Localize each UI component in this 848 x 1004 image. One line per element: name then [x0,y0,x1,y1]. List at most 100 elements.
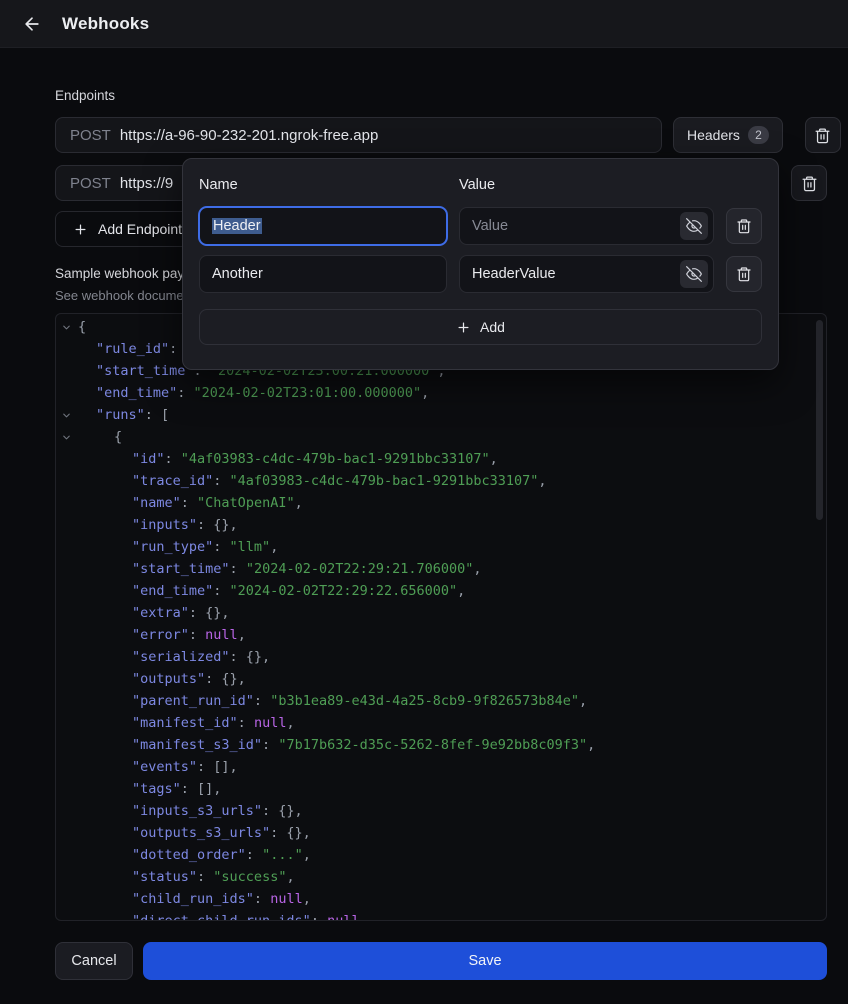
code-line: "id": "4af03983-c4dc-479b-bac1-9291bbc33… [58,448,826,470]
gutter-spacer [58,470,78,492]
code-line: "status": "success", [58,866,826,888]
code-line: "manifest_s3_id": "7b17b632-d35c-5262-8f… [58,734,826,756]
code-line: "direct_child_run_ids": null, [58,910,826,921]
header-name-text: Another [212,266,263,282]
back-button[interactable] [18,10,46,38]
add-header-label: Add [480,319,505,335]
plus-icon [73,222,88,237]
gutter-spacer [58,668,78,690]
gutter-spacer [58,910,78,921]
header-value-text: HeaderValue [472,266,556,282]
code-line: "start_time": "2024-02-02T22:29:21.70600… [58,558,826,580]
cancel-button[interactable]: Cancel [55,942,133,980]
footer: Cancel Save [55,942,827,980]
trash-icon [736,266,752,282]
add-endpoint-label: Add Endpoint [98,221,182,237]
gutter-spacer [58,536,78,558]
endpoint-url-text: https://a-96-90-232-201.ngrok-free.app [120,127,379,144]
code-line: "extra": {}, [58,602,826,624]
webhooks-page: Webhooks Endpoints POST https://a-96-90-… [0,0,848,1004]
gutter-spacer [58,382,78,404]
delete-endpoint-button[interactable] [791,165,827,201]
value-column-label: Value [459,177,495,193]
selected-text: Header [212,218,262,234]
code-line: "error": null, [58,624,826,646]
trash-icon [814,127,831,144]
code-line: { [58,426,826,448]
code-line: "child_run_ids": null, [58,888,826,910]
gutter-spacer [58,712,78,734]
delete-header-button[interactable] [726,208,762,244]
code-line: "outputs": {}, [58,668,826,690]
header-name-input[interactable]: Header [199,207,447,245]
gutter-spacer [58,492,78,514]
gutter-spacer [58,580,78,602]
code-line: "manifest_id": null, [58,712,826,734]
http-method-label: POST [70,127,111,144]
gutter-spacer [58,360,78,382]
headers-button[interactable]: Headers 2 [673,117,783,153]
topbar: Webhooks [0,0,848,48]
code-line: "runs": [ [58,404,826,426]
gutter-spacer [58,844,78,866]
code-line: "dotted_order": "...", [58,844,826,866]
code-line: "outputs_s3_urls": {}, [58,822,826,844]
gutter-spacer [58,602,78,624]
trash-icon [736,218,752,234]
endpoint-row: POST https://a-96-90-232-201.ngrok-free.… [55,117,827,153]
popup-labels: Name Value [199,177,762,199]
code-line: "events": [], [58,756,826,778]
header-name-input[interactable]: Another [199,255,447,293]
gutter-spacer [58,888,78,910]
gutter-spacer [58,514,78,536]
scrollbar-thumb[interactable] [816,320,823,520]
page-title: Webhooks [62,14,149,34]
gutter-spacer [58,338,78,360]
http-method-label: POST [70,175,111,192]
add-endpoint-button[interactable]: Add Endpoint [55,211,200,247]
eye-off-icon [686,218,702,234]
payload-code-editor[interactable]: {"rule_id":"start_time": "2024-02-02T23:… [55,313,827,921]
endpoint-url-text: https://9 [120,175,173,192]
headers-count-badge: 2 [748,126,769,144]
gutter-spacer [58,734,78,756]
header-row: Header Value [199,207,762,245]
delete-header-button[interactable] [726,256,762,292]
code-line: "inputs": {}, [58,514,826,536]
code-line: "serialized": {}, [58,646,826,668]
plus-icon [456,320,471,335]
name-column-label: Name [199,177,459,193]
fold-chevron-icon[interactable] [58,316,78,338]
gutter-spacer [58,822,78,844]
code-line: "end_time": "2024-02-02T23:01:00.000000"… [58,382,826,404]
headers-popup: Name Value Header Value [182,158,779,370]
toggle-value-visibility-button[interactable] [680,212,708,240]
code-line: "run_type": "llm", [58,536,826,558]
gutter-spacer [58,558,78,580]
header-value-input[interactable]: HeaderValue [459,255,714,293]
code-line: "inputs_s3_urls": {}, [58,800,826,822]
code-lines: {"rule_id":"start_time": "2024-02-02T23:… [58,316,826,921]
gutter-spacer [58,866,78,888]
trash-icon [801,175,818,192]
fold-chevron-icon[interactable] [58,426,78,448]
eye-off-icon [686,266,702,282]
header-value-input[interactable]: Value [459,207,714,245]
add-header-button[interactable]: Add [199,309,762,345]
headers-button-label: Headers [687,127,740,143]
gutter-spacer [58,756,78,778]
gutter-spacer [58,624,78,646]
code-line: "trace_id": "4af03983-c4dc-479b-bac1-929… [58,470,826,492]
fold-chevron-icon[interactable] [58,404,78,426]
gutter-spacer [58,690,78,712]
save-button[interactable]: Save [143,942,827,980]
header-row: Another HeaderValue [199,255,762,293]
delete-endpoint-button[interactable] [805,117,841,153]
gutter-spacer [58,778,78,800]
code-line: "tags": [], [58,778,826,800]
endpoint-url-input[interactable]: POST https://a-96-90-232-201.ngrok-free.… [55,117,662,153]
gutter-spacer [58,800,78,822]
code-line: "name": "ChatOpenAI", [58,492,826,514]
arrow-left-icon [22,14,42,34]
toggle-value-visibility-button[interactable] [680,260,708,288]
